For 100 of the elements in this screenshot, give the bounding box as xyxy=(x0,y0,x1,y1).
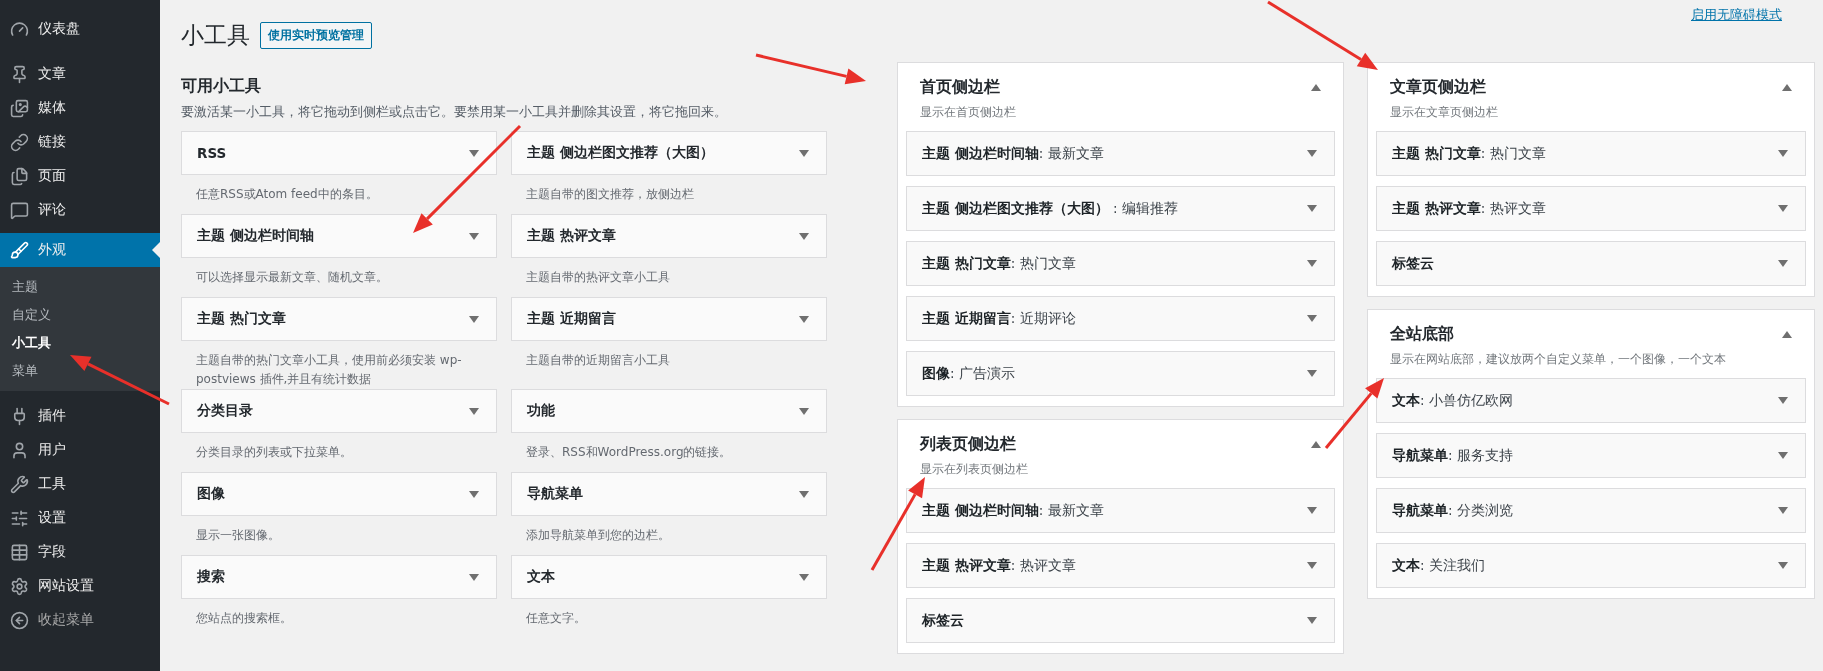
widget-item[interactable]: 导航菜单: 服务支持 xyxy=(1376,433,1806,478)
widget-item[interactable]: 图像 xyxy=(181,472,497,516)
widget-item[interactable]: 导航菜单: 分类浏览 xyxy=(1376,488,1806,533)
menu-item[interactable]: 设置 xyxy=(0,501,160,535)
widget-item[interactable]: 主题 热评文章: 热评文章 xyxy=(906,543,1335,588)
caret-icon[interactable] xyxy=(469,573,479,581)
widget-item[interactable]: 搜索 xyxy=(181,555,497,599)
accessibility-link[interactable]: 启用无障碍模式 xyxy=(1691,6,1782,62)
widget-title: 标签云 xyxy=(1392,254,1434,273)
page-title: 小工具 xyxy=(181,21,250,50)
menu-item[interactable]: 字段 xyxy=(0,535,160,569)
widget-item[interactable]: 主题 热门文章 xyxy=(181,297,497,341)
section-description: 要激活某一小工具，将它拖动到侧栏或点击它。要禁用某一小工具并删除其设置，将它拖回来。 xyxy=(181,103,728,121)
media-icon xyxy=(10,98,29,118)
widget-item[interactable]: 主题 侧边栏时间轴 xyxy=(181,214,497,258)
caret-icon[interactable] xyxy=(1307,315,1317,322)
annotation-arrow xyxy=(1324,378,1384,449)
caret-icon[interactable] xyxy=(1778,397,1788,404)
widget-title: 主题 热门文章: 热门文章 xyxy=(1392,144,1546,163)
widget-title: 主题 热门文章: 热门文章 xyxy=(922,254,1076,273)
caret-icon[interactable] xyxy=(469,149,479,157)
widget-title: 主题 侧边栏时间轴: 最新文章 xyxy=(922,144,1104,163)
panel-title: 文章页侧边栏 xyxy=(1390,77,1486,98)
caret-icon[interactable] xyxy=(799,490,809,498)
caret-icon[interactable] xyxy=(1782,84,1792,91)
menu-item[interactable]: 用户 xyxy=(0,433,160,467)
widget-title: 标签云 xyxy=(922,611,964,630)
caret-icon[interactable] xyxy=(799,315,809,323)
panel-title: 列表页侧边栏 xyxy=(920,434,1016,455)
widget-item[interactable]: RSS xyxy=(181,131,497,175)
widget-item[interactable]: 图像: 广告演示 xyxy=(906,351,1335,396)
caret-icon[interactable] xyxy=(469,490,479,498)
caret-icon[interactable] xyxy=(469,315,479,323)
widget-item[interactable]: 主题 侧边栏图文推荐（大图） : 编辑推荐 xyxy=(906,186,1335,231)
widget-item[interactable]: 主题 近期留言: 近期评论 xyxy=(906,296,1335,341)
pin-icon xyxy=(10,64,29,84)
widget-item[interactable]: 主题 热评文章 xyxy=(511,214,827,258)
submenu-item[interactable]: 菜单 xyxy=(0,357,160,385)
widget-item[interactable]: 主题 近期留言 xyxy=(511,297,827,341)
menu-item[interactable]: 链接 xyxy=(0,125,160,159)
widget-item[interactable]: 主题 侧边栏时间轴: 最新文章 xyxy=(906,488,1335,533)
panel-title: 首页侧边栏 xyxy=(920,77,1000,98)
caret-icon[interactable] xyxy=(1307,562,1317,569)
menu-item[interactable]: 文章 xyxy=(0,57,160,91)
collapse-menu[interactable]: 收起菜单 xyxy=(0,603,160,637)
widget-item[interactable]: 标签云 xyxy=(1376,241,1806,286)
caret-icon[interactable] xyxy=(799,232,809,240)
menu-item[interactable]: 网站设置 xyxy=(0,569,160,603)
brush-icon xyxy=(10,240,29,260)
submenu-item[interactable]: 小工具 xyxy=(0,329,160,357)
widget-item[interactable]: 标签云 xyxy=(906,598,1335,643)
caret-icon[interactable] xyxy=(1311,441,1321,448)
menu-item[interactable]: 页面 xyxy=(0,159,160,193)
widget-description: 主题自带的热门文章小工具，使用前必须安装 wp-postviews 插件,并且有统计数据 xyxy=(195,352,463,388)
live-preview-button[interactable]: 使用实时预览管理 xyxy=(260,22,372,49)
widget-item[interactable]: 主题 侧边栏图文推荐（大图） xyxy=(511,131,827,175)
caret-icon[interactable] xyxy=(1778,562,1788,569)
caret-icon[interactable] xyxy=(1782,331,1792,338)
arrow-left-circle-icon xyxy=(10,610,29,630)
caret-icon[interactable] xyxy=(1307,205,1317,212)
widget-title: 文本: 小兽仿亿欧网 xyxy=(1392,391,1513,410)
widget-description: 您站点的搜索框。 xyxy=(195,610,293,627)
caret-icon[interactable] xyxy=(799,573,809,581)
caret-icon[interactable] xyxy=(1778,205,1788,212)
caret-icon[interactable] xyxy=(1778,507,1788,514)
caret-icon[interactable] xyxy=(799,149,809,157)
caret-icon[interactable] xyxy=(1307,150,1317,157)
widget-item[interactable]: 主题 热门文章: 热门文章 xyxy=(906,241,1335,286)
menu-item[interactable]: 插件 xyxy=(0,399,160,433)
menu-item[interactable]: 评论 xyxy=(0,193,160,227)
caret-icon[interactable] xyxy=(1311,84,1321,91)
widget-item[interactable]: 主题 侧边栏时间轴: 最新文章 xyxy=(906,131,1335,176)
caret-icon[interactable] xyxy=(1778,150,1788,157)
caret-icon[interactable] xyxy=(1778,260,1788,267)
user-icon xyxy=(10,440,29,460)
widget-item[interactable]: 主题 热门文章: 热门文章 xyxy=(1376,131,1806,176)
widget-item[interactable]: 分类目录 xyxy=(181,389,497,433)
submenu-item[interactable]: 自定义 xyxy=(0,301,160,329)
menu-item[interactable]: 外观 xyxy=(0,233,160,267)
caret-icon[interactable] xyxy=(799,407,809,415)
widget-item[interactable]: 功能 xyxy=(511,389,827,433)
caret-icon[interactable] xyxy=(469,407,479,415)
widget-item[interactable]: 文本 xyxy=(511,555,827,599)
widget-item[interactable]: 导航菜单 xyxy=(511,472,827,516)
submenu-item[interactable]: 主题 xyxy=(0,273,160,301)
widget-item[interactable]: 文本: 小兽仿亿欧网 xyxy=(1376,378,1806,423)
caret-icon[interactable] xyxy=(1307,507,1317,514)
caret-icon[interactable] xyxy=(1778,452,1788,459)
widget-item[interactable]: 文本: 关注我们 xyxy=(1376,543,1806,588)
widget-item[interactable]: 主题 热评文章: 热评文章 xyxy=(1376,186,1806,231)
widget-description: 任意RSS或Atom feed中的条目。 xyxy=(195,186,379,203)
menu-item[interactable]: 媒体 xyxy=(0,91,160,125)
caret-icon[interactable] xyxy=(1307,260,1317,267)
caret-icon[interactable] xyxy=(1307,617,1317,624)
widget-title: 文本: 关注我们 xyxy=(1392,556,1485,575)
menu-item[interactable]: 仪表盘 xyxy=(0,12,160,46)
menu-item[interactable]: 工具 xyxy=(0,467,160,501)
caret-icon[interactable] xyxy=(469,232,479,240)
widget-title: 主题 热评文章: 热评文章 xyxy=(1392,199,1546,218)
caret-icon[interactable] xyxy=(1307,370,1317,377)
